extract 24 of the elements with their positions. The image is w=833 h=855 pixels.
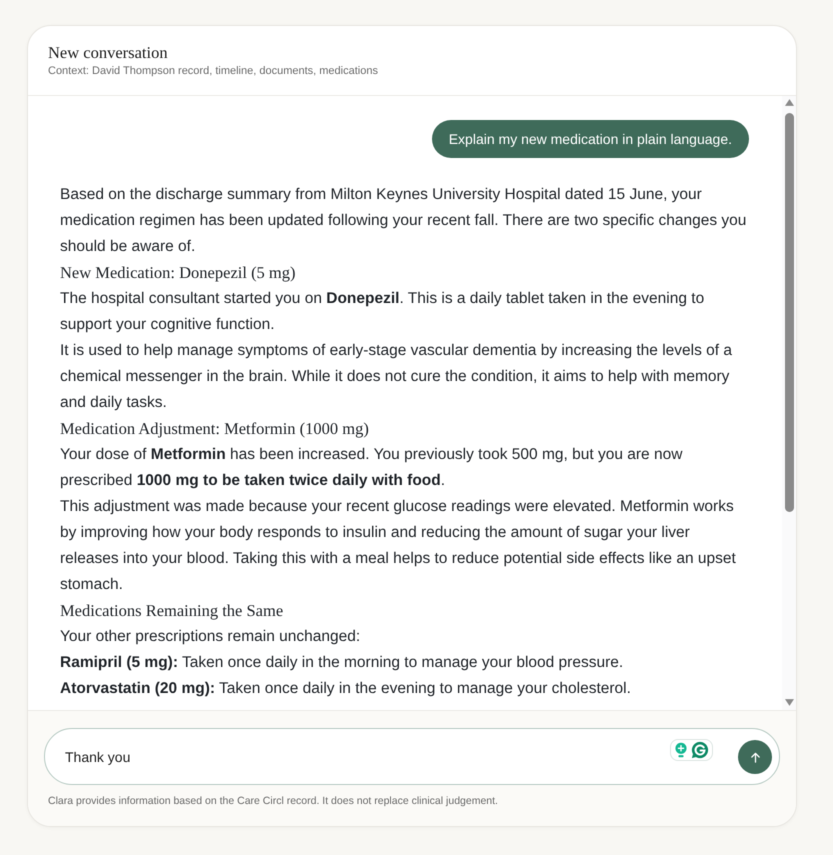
context-subtitle: Context: David Thompson record, timeline, documents, medications [48, 64, 379, 78]
scrollbar-thumb[interactable] [784, 113, 794, 512]
scrollbar[interactable] [782, 96, 796, 710]
paragraph: The hospital consultant started you on Donepezil. This is a daily tablet taken in the evening to support your cognitive function. [60, 289, 706, 335]
letter-g-icon[interactable] [690, 741, 708, 759]
paragraph: It is used to help manage symptoms of early-stage vascular dementia by increasing the levels of a chemical messenger in the brain. While it does not cure the condition, it aims to help with memory and daily tasks. [60, 341, 734, 413]
paragraph: Your other prescriptions remain unchanged: [60, 627, 362, 647]
message-input[interactable]: Thank you [44, 728, 780, 785]
section-heading: Medication Adjustment: Metformin (1000 mg) [60, 418, 370, 440]
user-message: Explain my new medication in plain language. [432, 120, 749, 158]
scroll-up-arrow-icon[interactable] [784, 99, 794, 106]
section-heading: Medications Remaining the Same [60, 600, 284, 622]
conversation-title: New conversation [48, 43, 169, 63]
paragraph: Based on the discharge summary from Milton Keynes University Hospital dated 15 June, your medication regimen has been updated following your recent fall. There are two specific changes you should be aware of. [60, 185, 748, 257]
scroll-down-arrow-icon[interactable] [784, 699, 794, 706]
arrow-up-icon [750, 752, 760, 762]
section-heading: New Medication: Donepezil (5 mg) [60, 262, 297, 284]
paragraph: Your dose of Metformin has been increased. You previously took 500 mg, but you are now prescribed 1000 mg to be taken twice daily with food. [60, 445, 684, 491]
paragraph: Ramipril (5 mg): Taken once daily in the morning to manage your blood pressure. [60, 653, 624, 673]
writing-assistant-widget[interactable] [670, 739, 713, 761]
paragraph: This adjustment was made because your recent glucose readings were elevated. Metformin works by improving how your body responds to insulin and reducing the amount of sugar your liver releases into your blood. Taking this with a meal helps to reduce potential side effects like an upset stomach. [60, 497, 737, 595]
paragraph: Atorvastatin (20 mg): Taken once daily in the evening to manage your cholesterol. [60, 679, 632, 699]
disclaimer-text: Clara provides information based on the Care Circl record. It does not replace clinical judgement. [47, 794, 499, 808]
lightbulb-icon[interactable] [674, 742, 686, 758]
